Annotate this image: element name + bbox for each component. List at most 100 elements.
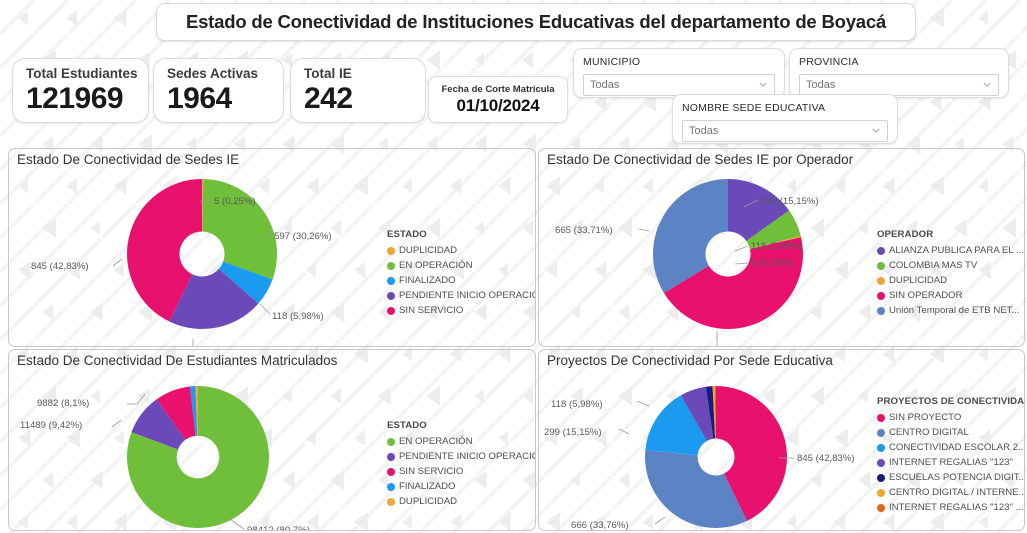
legend-swatch-icon — [877, 458, 885, 467]
legend-item[interactable]: FINALIZADO — [387, 275, 535, 286]
legend-item-label: SIN SERVICIO — [399, 466, 464, 477]
chart-body[interactable]: SIN PROYECTO CENTRO DIGITAL CONECTIVIDAD E… — [539, 372, 1024, 530]
legend-item[interactable]: PENDIENTE INICIO OPERACIÓN — [387, 451, 536, 462]
slicer-value: Todas — [689, 125, 719, 137]
legend-item[interactable]: EN OPERACIÓN — [387, 436, 535, 447]
legend-swatch-icon — [387, 452, 395, 461]
chart-legend: PROYECTOS DE CONECTIVIDA... SIN PROYECTO C… — [877, 396, 1025, 517]
donut-chart[interactable]: SIN PROYECTOCENTRO DIGITALCONECTIVIDAD E… — [645, 386, 787, 528]
legend-item-label: DUPLICIDAD — [399, 245, 458, 256]
legend-swatch-icon — [387, 291, 395, 300]
legend-item[interactable]: SIN SERVICIO — [387, 466, 535, 477]
legend-item-label: INTERNET REGALIAS "123" — [889, 457, 1013, 468]
donut-data-label: 299 (15,15%) — [544, 427, 602, 438]
legend-item[interactable]: COLOMBIA MAS TV — [877, 260, 1024, 271]
legend-swatch-icon — [877, 261, 885, 270]
chevron-down-icon — [983, 82, 991, 87]
chevron-down-icon — [759, 82, 767, 87]
legend-item-label: DUPLICIDAD — [399, 496, 458, 507]
legend-title: OPERADOR — [877, 229, 934, 240]
legend-swatch-icon — [877, 488, 885, 497]
chart-title: Estado De Conectividad de Sedes IE por O… — [547, 152, 854, 167]
legend-item[interactable]: SIN OPERADOR — [877, 290, 1024, 301]
legend-item[interactable]: ESCUELAS POTENCIA DIGIT... — [877, 472, 1025, 483]
legend-swatch-icon — [877, 246, 885, 255]
legend-swatch-icon — [877, 443, 885, 452]
donut-data-label: 98412 (80,7%) — [247, 525, 310, 531]
chart-title: Estado De Conectividad de Sedes IE — [17, 152, 240, 167]
chart-body[interactable]: EN OPERACIÓN PENDIENTE INICIO OPERACIÓN SI… — [9, 372, 535, 530]
donut-data-label: 118 (5,98%) — [551, 399, 603, 410]
donut-data-label: 118 (5,98%) — [272, 311, 324, 322]
legend-item[interactable]: CONECTIVIDAD ESCOLAR 2... — [877, 442, 1025, 453]
legend-item[interactable]: EN OPERACIÓN — [387, 260, 535, 271]
legend-swatch-icon — [387, 497, 395, 506]
donut-chart[interactable]: EN OPERACIÓNPENDIENTE INICIO OPERACIÓNSI… — [126, 386, 269, 528]
slicer-title: MUNICIPIO — [583, 56, 641, 68]
date-card-value: 01/10/2024 — [456, 95, 540, 115]
legend-item[interactable]: DUPLICIDAD — [387, 496, 535, 507]
legend-item[interactable]: PENDIENTE INICIO OPERACIÓN — [387, 290, 536, 301]
donut-data-label: 118 (5,98%) — [751, 241, 803, 252]
donut-data-label: 666 (33,76%) — [571, 520, 629, 531]
legend-item-label: Unión Temporal de ETB NET... — [889, 305, 1020, 316]
chart-panel-proyectos-conectividad: Proyectos De Conectividad Por Sede Educa… — [538, 349, 1025, 531]
legend-item-label: ESCUELAS POTENCIA DIGIT... — [889, 472, 1025, 483]
legend-item-label: PENDIENTE INICIO OPERACIÓN — [399, 451, 536, 462]
slicer-title: PROVINCIA — [799, 56, 859, 68]
legend-swatch-icon — [877, 473, 885, 482]
chart-panel-estado-sedes-ie: Estado De Conectividad de Sedes IE DUPLI… — [8, 148, 536, 347]
donut-slice[interactable]: EN OPERACIÓN — [202, 179, 277, 280]
legend-item-label: SIN PROYECTO — [889, 412, 962, 423]
donut-data-label: 299 (15,15%) — [761, 196, 819, 207]
donut-data-label: 845 (42,83%) — [31, 261, 89, 272]
legend-item[interactable]: INTERNET REGALIAS "123" — [877, 457, 1024, 468]
kpi-card-total-ie: Total IE 242 — [290, 58, 426, 123]
donut-data-label: 11489 (9,42%) — [20, 420, 83, 431]
legend-item[interactable]: CENTRO DIGITAL — [877, 427, 1024, 438]
legend-item-label: COLOMBIA MAS TV — [889, 260, 978, 271]
date-card-label: Fecha de Corte Matricula — [441, 83, 555, 95]
legend-swatch-icon — [387, 437, 395, 446]
provincia-dropdown[interactable]: Todas — [799, 74, 999, 96]
chart-body[interactable]: DUPLICIDAD EN OPERACIÓN FINALIZADO PENDIENT… — [9, 171, 535, 346]
municipio-dropdown[interactable]: Todas — [583, 74, 775, 96]
legend-item-label: PENDIENTE INICIO OPERACIÓN — [399, 290, 536, 301]
legend-swatch-icon — [387, 482, 395, 491]
slicer-value: Todas — [590, 79, 620, 91]
legend-item[interactable]: ALIANZA PUBLICA PARA EL ... — [877, 245, 1024, 256]
donut-data-label: 5 (0,25%) — [214, 196, 256, 207]
legend-item[interactable]: Unión Temporal de ETB NET... — [877, 305, 1024, 316]
legend-swatch-icon — [877, 276, 885, 285]
legend-item-label: ALIANZA PUBLICA PARA EL ... — [889, 245, 1024, 256]
legend-swatch-icon — [877, 413, 885, 422]
nombre-sede-educativa-dropdown[interactable]: Todas — [682, 120, 888, 142]
legend-item-label: SIN SERVICIO — [399, 305, 464, 316]
legend-item[interactable]: SIN SERVICIO — [387, 305, 535, 316]
legend-item-label: FINALIZADO — [399, 275, 456, 286]
chart-body[interactable]: ALIANZA PUBLICA PARA EL ... COLOMBIA MAS … — [539, 171, 1024, 346]
legend-item[interactable]: INTERNET REGALIAS "123" ... — [877, 502, 1024, 513]
legend-item[interactable]: FINALIZADO — [387, 481, 535, 492]
legend-swatch-icon — [387, 261, 395, 270]
legend-title: PROYECTOS DE CONECTIVIDA... — [877, 396, 1025, 407]
legend-swatch-icon — [387, 246, 395, 255]
legend-item-label: DUPLICIDAD — [889, 275, 948, 286]
legend-item-label: CENTRO DIGITAL — [889, 427, 969, 438]
chart-legend: ESTADO EN OPERACIÓN PENDIENTE INICIO OPERA… — [387, 420, 536, 511]
dashboard-page: Estado de Conectividad de Instituciones … — [0, 0, 1027, 533]
legend-item-label: FINALIZADO — [399, 481, 456, 492]
kpi-label: Total IE — [304, 66, 352, 81]
legend-item[interactable]: DUPLICIDAD — [877, 275, 1024, 286]
legend-item[interactable]: DUPLICIDAD — [387, 245, 535, 256]
slicer-value: Todas — [806, 79, 836, 91]
donut-data-label: 597 (30,26%) — [274, 231, 332, 242]
legend-item[interactable]: CENTRO DIGITAL / INTERNE... — [877, 487, 1025, 498]
chart-legend: OPERADOR ALIANZA PUBLICA PARA EL ... COLOM… — [877, 229, 1024, 320]
slicer-title: NOMBRE SEDE EDUCATIVA — [682, 102, 826, 114]
slicer-municipio: MUNICIPIO Todas — [573, 48, 785, 98]
legend-item-label: CENTRO DIGITAL / INTERNE... — [889, 487, 1025, 498]
chart-panel-estado-sedes-operador: Estado De Conectividad de Sedes IE por O… — [538, 148, 1025, 347]
legend-item-label: CONECTIVIDAD ESCOLAR 2... — [889, 442, 1025, 453]
legend-item[interactable]: SIN PROYECTO — [877, 412, 1024, 423]
